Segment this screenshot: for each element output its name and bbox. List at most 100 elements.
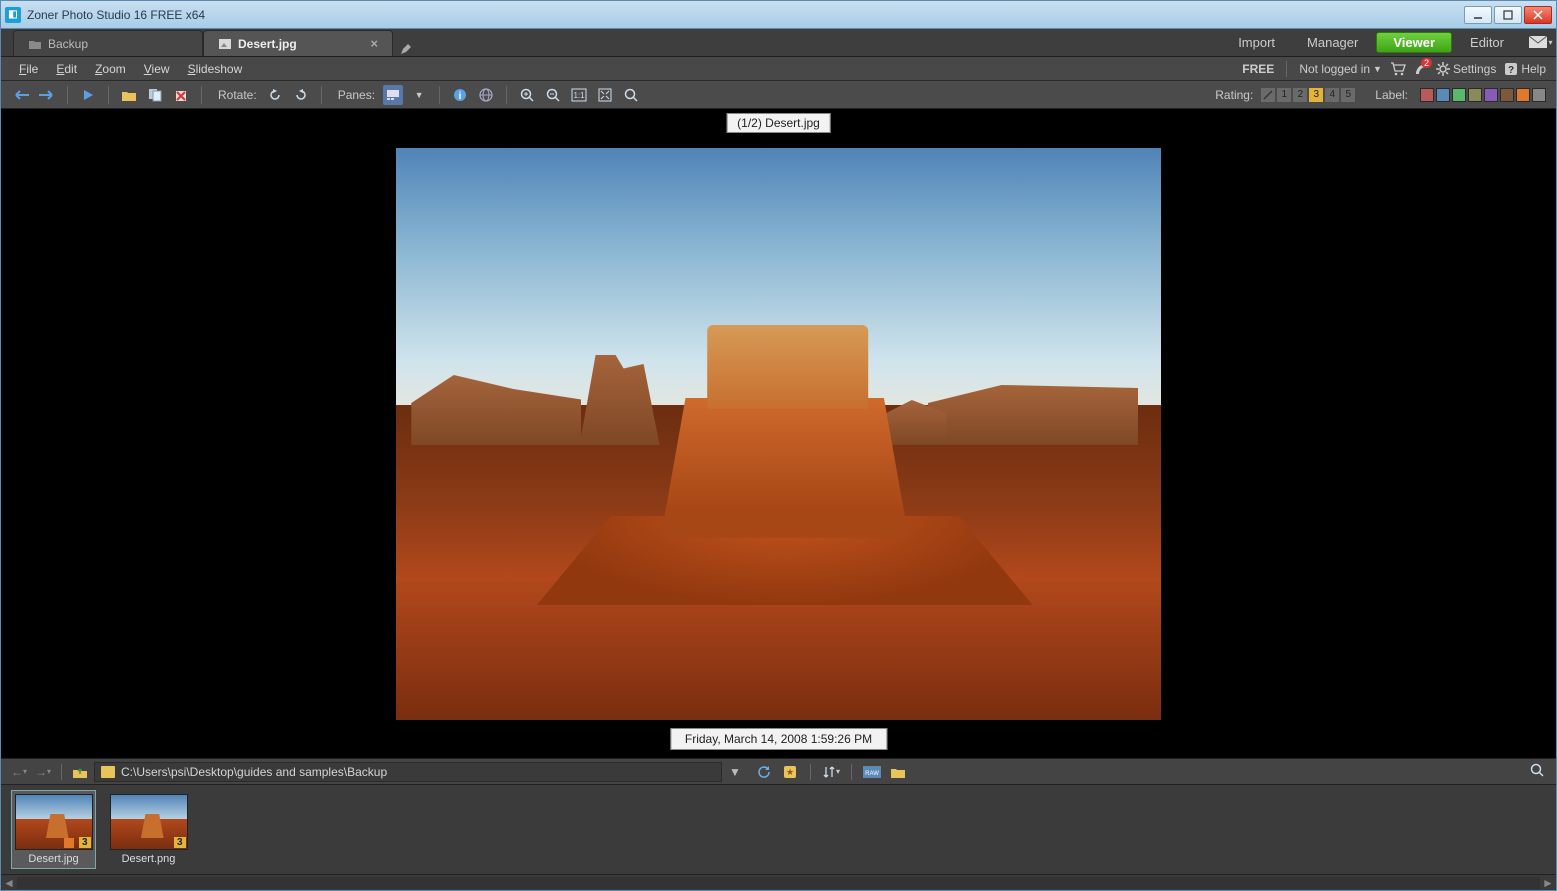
pane-thumbnails-button[interactable] <box>383 85 403 105</box>
menu-slideshow[interactable]: Slideshow <box>180 59 251 79</box>
menu-edit[interactable]: Edit <box>48 59 85 79</box>
rating-5[interactable]: 5 <box>1341 88 1355 102</box>
nav-back-button[interactable]: ←▾ <box>9 762 29 782</box>
info-button[interactable]: i <box>450 85 470 105</box>
zoom-100-button[interactable]: 1:1 <box>569 85 589 105</box>
svg-text:1:1: 1:1 <box>574 91 586 100</box>
path-text: C:\Users\psi\Desktop\guides and samples\… <box>121 765 387 779</box>
zoom-out-button[interactable] <box>543 85 563 105</box>
window-titlebar: ◧ Zoner Photo Studio 16 FREE x64 <box>1 1 1556 29</box>
rating-clear[interactable] <box>1261 88 1275 102</box>
svg-text:?: ? <box>1508 65 1514 76</box>
thumb-filename: Desert.jpg <box>28 853 78 865</box>
free-badge: FREE <box>1242 62 1274 76</box>
play-slideshow-button[interactable] <box>78 85 98 105</box>
color-label-1[interactable] <box>1436 88 1450 102</box>
tab-label: Desert.jpg <box>238 37 297 51</box>
thumb-rating-badge: 3 <box>79 837 91 848</box>
next-image-button[interactable] <box>37 85 57 105</box>
window-close-button[interactable] <box>1524 6 1552 24</box>
color-label-0[interactable] <box>1420 88 1434 102</box>
filmstrip-scrollbar[interactable]: ◄ ► <box>1 874 1556 890</box>
menu-bar: File Edit Zoom View Slideshow FREE Not l… <box>1 57 1556 81</box>
path-field[interactable]: C:\Users\psi\Desktop\guides and samples\… <box>94 762 722 782</box>
scroll-left-button[interactable]: ◄ <box>1 876 17 890</box>
settings-label: Settings <box>1453 62 1496 76</box>
menu-view[interactable]: View <box>136 59 178 79</box>
svg-text:RAW: RAW <box>865 771 879 777</box>
filter-folder-button[interactable] <box>888 762 908 782</box>
globe-button[interactable] <box>476 85 496 105</box>
rating-2[interactable]: 2 <box>1293 88 1307 102</box>
delete-button[interactable] <box>171 85 191 105</box>
rating-picker: 1 2 3 4 5 <box>1261 88 1355 102</box>
thumb-color-label-icon <box>64 838 74 848</box>
app-icon: ◧ <box>5 7 21 23</box>
color-label-4[interactable] <box>1484 88 1498 102</box>
help-button[interactable]: ? Help <box>1504 62 1546 76</box>
rating-3[interactable]: 3 <box>1309 88 1323 102</box>
menu-zoom[interactable]: Zoom <box>87 59 134 79</box>
feed-button[interactable]: 2 <box>1414 62 1428 76</box>
open-button[interactable] <box>119 85 139 105</box>
rotate-right-button[interactable] <box>291 85 311 105</box>
mode-editor[interactable]: Editor <box>1454 29 1520 56</box>
zoom-in-button[interactable] <box>517 85 537 105</box>
image-viewport[interactable]: (1/2) Desert.jpg Friday, March 14, 2008 … <box>1 109 1556 758</box>
folder-icon <box>101 766 115 778</box>
filmstrip: 3 Desert.jpg 3 Desert.png <box>1 784 1556 874</box>
scroll-track[interactable] <box>17 877 1540 889</box>
rating-1[interactable]: 1 <box>1277 88 1291 102</box>
rating-label: Rating: <box>1215 88 1253 102</box>
path-dropdown-button[interactable]: ▼ <box>726 765 744 779</box>
color-label-picker <box>1420 88 1546 102</box>
mode-manager[interactable]: Manager <box>1291 29 1374 56</box>
thumbnail-desert-jpg[interactable]: 3 Desert.jpg <box>11 790 96 869</box>
tab-close-icon[interactable]: × <box>370 36 378 51</box>
svg-text:i: i <box>459 91 462 102</box>
panes-label: Panes: <box>338 88 375 102</box>
help-icon: ? <box>1504 62 1518 76</box>
pane-dropdown-button[interactable]: ▼ <box>409 85 429 105</box>
filter-raw-button[interactable]: RAW <box>862 762 882 782</box>
prev-image-button[interactable] <box>11 85 31 105</box>
cart-button[interactable] <box>1390 62 1406 76</box>
window-maximize-button[interactable] <box>1494 6 1522 24</box>
rating-4[interactable]: 4 <box>1325 88 1339 102</box>
image-index-caption: (1/2) Desert.jpg <box>726 113 831 133</box>
quick-edit-button[interactable] <box>393 42 419 56</box>
color-label-3[interactable] <box>1468 88 1482 102</box>
toolbar: Rotate: Panes: ▼ i 1:1 Rating: 1 2 3 <box>1 81 1556 109</box>
messages-button[interactable]: ▾ <box>1526 29 1556 56</box>
menu-file[interactable]: File <box>11 59 46 79</box>
favorites-button[interactable]: ★ <box>780 762 800 782</box>
color-label-6[interactable] <box>1516 88 1530 102</box>
window-minimize-button[interactable] <box>1464 6 1492 24</box>
mode-switcher: Import Manager Viewer Editor <box>1222 29 1526 56</box>
scroll-right-button[interactable]: ► <box>1540 876 1556 890</box>
image-date-caption: Friday, March 14, 2008 1:59:26 PM <box>670 728 887 750</box>
color-label-7[interactable] <box>1532 88 1546 102</box>
tab-desert[interactable]: Desert.jpg × <box>203 30 393 56</box>
login-label: Not logged in <box>1299 62 1370 76</box>
tab-label: Backup <box>48 37 88 51</box>
zoom-lock-button[interactable] <box>621 85 641 105</box>
gear-icon <box>1436 62 1450 76</box>
tab-backup[interactable]: Backup <box>13 30 203 56</box>
nav-up-button[interactable] <box>70 762 90 782</box>
nav-forward-button[interactable]: →▾ <box>33 762 53 782</box>
refresh-button[interactable] <box>754 762 774 782</box>
notif-count: 2 <box>1421 58 1432 68</box>
login-dropdown[interactable]: Not logged in ▼ <box>1299 62 1382 76</box>
rotate-left-button[interactable] <box>265 85 285 105</box>
zoom-fit-button[interactable] <box>595 85 615 105</box>
thumbnail-desert-png[interactable]: 3 Desert.png <box>106 794 191 865</box>
sort-button[interactable]: ▾ <box>821 762 841 782</box>
filmstrip-zoom-button[interactable] <box>1530 763 1548 781</box>
copy-button[interactable] <box>145 85 165 105</box>
color-label-5[interactable] <box>1500 88 1514 102</box>
mode-import[interactable]: Import <box>1222 29 1291 56</box>
settings-button[interactable]: Settings <box>1436 62 1496 76</box>
mode-viewer[interactable]: Viewer <box>1376 32 1452 53</box>
color-label-2[interactable] <box>1452 88 1466 102</box>
